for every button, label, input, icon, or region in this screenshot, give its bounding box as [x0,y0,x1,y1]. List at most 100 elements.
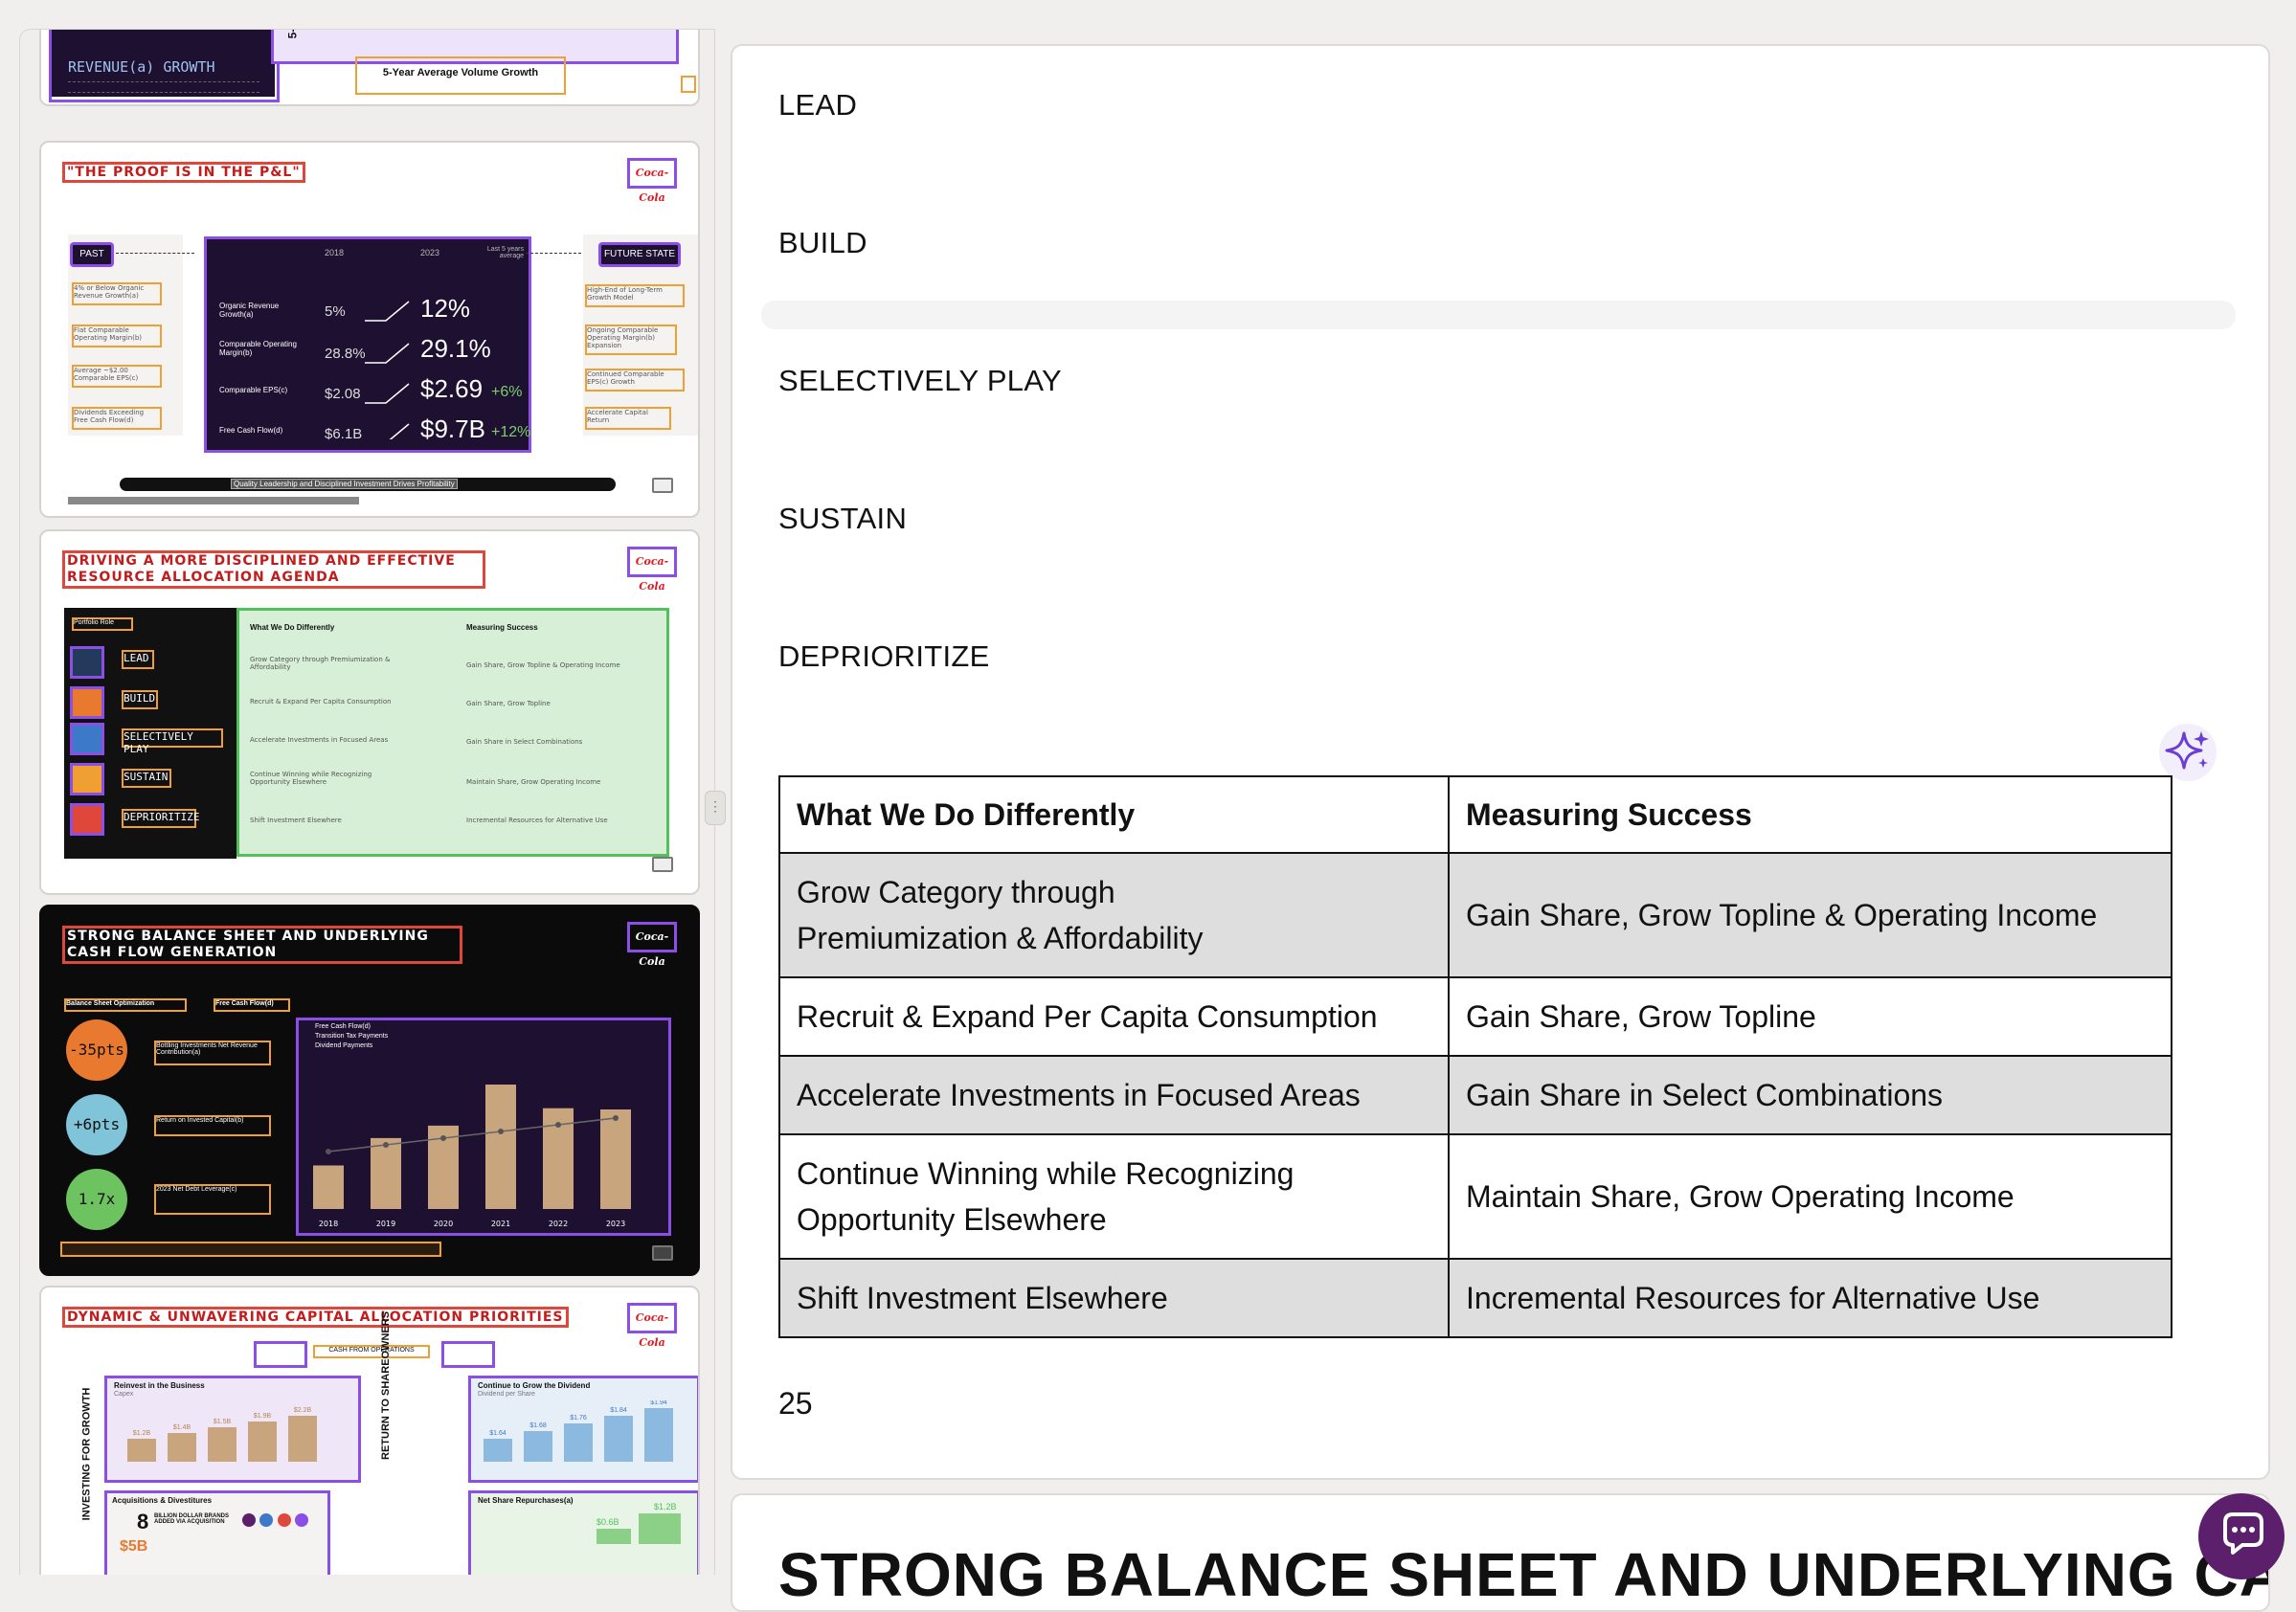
capex-bar [248,1422,277,1462]
slide-2-footnote-bar [68,497,359,504]
slide-5-repurchase-value-1: $1.2B [654,1502,677,1511]
thumbnail-pane[interactable]: REVENUE(a) GROWTH 5-Ye 5-Year Average Vo… [19,29,715,1575]
dividend-bar [524,1431,552,1462]
table-cell: Maintain Share, Grow Operating Income [1448,1133,2172,1260]
slide-1-bottom-label: 5-Year Average Volume Growth [355,56,566,95]
slide-5-box-dividend-title: Continue to Grow the Dividend [478,1381,591,1390]
dividend-label: $1.68 [529,1422,547,1429]
capex-label: $1.2B [133,1430,151,1437]
fcf-dividend-point [613,1115,619,1121]
slide-2-future-label: FUTURE STATE [598,242,681,267]
slide-5-brand-dots [242,1513,309,1536]
table-cell: Accelerate Investments in Focused Areas [778,1055,1450,1135]
slide-icon [652,857,673,872]
capex-bar [288,1416,317,1462]
slide-5-dividend-chart: $1.64 $1.68 $1.76 $1.84 $1.94 [484,1400,673,1462]
pane-resize-handle[interactable]: ⋮ [705,791,726,825]
fcf-year-label: 2021 [491,1220,510,1228]
table-cell: Continue Winning while Recognizing Oppor… [778,1133,1450,1260]
dividend-bar [604,1416,633,1462]
slide-2-title: "THE PROOF IS IN THE P&L" [62,162,305,183]
table-cell: Recruit & Expand Per Capita Consumption [778,976,1450,1057]
drag-handle-icon: ⋮ [709,798,722,814]
dividend-bar [564,1423,593,1462]
fcf-bar [485,1085,516,1209]
slide-4-footnote [60,1242,441,1257]
ai-sparkle-button[interactable] [2159,724,2217,781]
fcf-bar [371,1137,401,1209]
fcf-dividend-point [326,1149,331,1154]
slide-5-repurchase-value-0: $0.6B [597,1517,619,1527]
slide-3-col1: What We Do Differently [250,623,335,632]
dividend-label: $1.84 [610,1407,627,1414]
slide-4-section-left: Balance Sheet Optimization [64,998,187,1012]
slide-5-box3-value: 8 [137,1510,149,1534]
slide-3-col2: Measuring Success [466,623,538,632]
slide-icon [652,478,673,493]
dividend-bar [644,1408,673,1462]
table-cell: Gain Share, Grow Topline [1448,976,2172,1057]
slide-5-box-acquisitions-title: Acquisitions & Divestitures [112,1496,213,1505]
slide-5-title: DYNAMIC & UNWAVERING CAPITAL ALLOCATION … [62,1307,569,1328]
table-header-row: What We Do Differently Measuring Success [778,775,2172,854]
slide-thumbnail-3[interactable]: DRIVING A MORE DISCIPLINED AND EFFECTIVE… [39,529,700,895]
slide-5-arrow-left [254,1341,307,1368]
fcf-year-label: 2020 [434,1220,453,1228]
table-row: Accelerate Investments in Focused Areas … [778,1055,2172,1135]
dividend-label: $1.64 [489,1430,506,1437]
slide-5-box3-text: BILLION DOLLAR BRANDS ADDED VIA ACQUISIT… [154,1513,229,1525]
slide-5-box3-bottom: $5B [120,1538,148,1555]
slide-thumbnail-1[interactable]: REVENUE(a) GROWTH 5-Ye 5-Year Average Vo… [39,30,700,106]
fcf-year-label: 2023 [606,1220,625,1228]
table-row: Grow Category through Premiumization & A… [778,852,2172,978]
slide-2-past-label: PAST [70,242,114,267]
slide-4-circle-1: +6pts [66,1094,127,1155]
table-header-cell: Measuring Success [1448,775,2172,854]
table-cell: Shift Investment Elsewhere [778,1258,1450,1338]
slide-thumbnail-2[interactable]: "THE PROOF IS IN THE P&L" Coca-Cola PAST… [39,141,700,518]
slide-thumbnail-4[interactable]: STRONG BALANCE SHEET AND UNDERLYING CASH… [39,905,700,1276]
slide-2-logo: Coca-Cola [627,158,677,204]
strategy-table: What We Do Differently Measuring Success… [778,775,2172,1338]
table-cell: Gain Share in Select Combinations [1448,1055,2172,1135]
fcf-dividend-point [498,1129,504,1134]
slide-4-title: STRONG BALANCE SHEET AND UNDERLYING CASH… [62,926,462,964]
fcf-dividend-point [555,1122,561,1128]
slide-thumbnail-5[interactable]: DYNAMIC & UNWAVERING CAPITAL ALLOCATION … [39,1286,700,1575]
table-row: Recruit & Expand Per Capita Consumption … [778,976,2172,1057]
role-deprioritize: DEPRIORITIZE [778,639,990,673]
capex-bar [168,1433,196,1462]
next-slide-text-card: STRONG BALANCE SHEET AND UNDERLYING CASH [731,1493,2270,1612]
next-section-title: STRONG BALANCE SHEET AND UNDERLYING CASH [778,1540,2270,1609]
capex-bar [208,1427,236,1462]
slide-3-title: DRIVING A MORE DISCIPLINED AND EFFECTIVE… [62,550,485,589]
slide-5-box-repurchases-title: Net Share Repurchases(a) [478,1496,574,1505]
fcf-year-label: 2022 [549,1220,568,1228]
slide-4-circle-2: 1.7x [66,1169,127,1230]
slide-5-right-vertical: RETURN TO SHAREOWNERS [380,1310,392,1460]
chat-icon [2223,1512,2263,1555]
fcf-dividend-point [440,1135,446,1141]
slide-text-card: LEAD BUILD SELECTIVELY PLAY SUSTAIN DEPR… [731,44,2270,1480]
capex-bar [127,1439,156,1462]
chat-button[interactable] [2198,1493,2285,1579]
page-number: 25 [778,1386,813,1421]
dividend-bar [484,1439,512,1462]
slide-3-portfolio-role: Portfolio Role [72,617,133,631]
slide-5-arrow-right [441,1341,495,1368]
fcf-year-label: 2018 [319,1220,338,1228]
table-row: Shift Investment Elsewhere Incremental R… [778,1258,2172,1338]
slide-5-repurchase-bar-1 [639,1513,681,1544]
dividend-label: $1.76 [570,1415,587,1422]
slide-5-box-reinvest-title: Reinvest in the Business [114,1381,205,1390]
slide-1-side-label: 5-Ye [285,30,299,38]
slide-5-capex-chart: $1.2B $1.4B $1.5B $1.9B $2.2B [127,1407,317,1462]
capex-label: $1.4B [173,1424,191,1431]
slide-2-footer: Quality Leadership and Disciplined Inves… [231,479,458,489]
slide-icon [652,1245,673,1261]
slide-5-repurchase-bar-0 [597,1529,631,1544]
fcf-bar [313,1165,344,1209]
slide-2-col-last5: Last 5 years average [486,246,524,259]
fcf-year-label: 2019 [376,1220,395,1228]
role-selectively-play: SELECTIVELY PLAY [778,364,1062,397]
